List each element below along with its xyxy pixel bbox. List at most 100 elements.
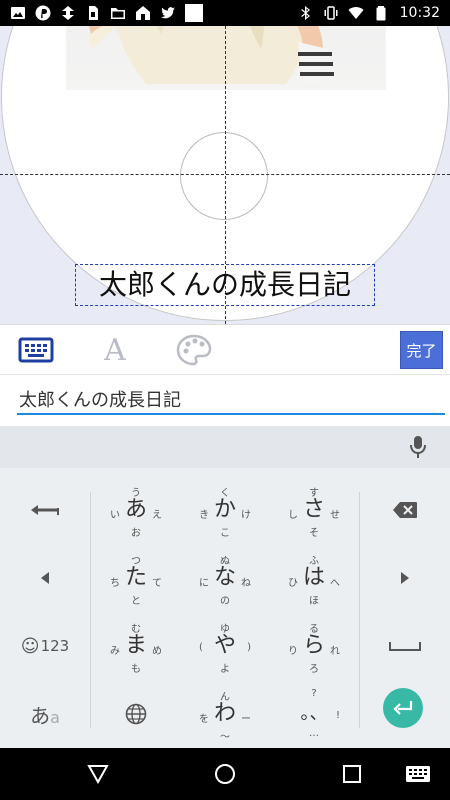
key-a[interactable]: う い あ え お [92,476,180,544]
home-nav-icon[interactable] [213,762,237,786]
key-ya[interactable]: ゆ ( や ) よ [181,612,269,680]
microphone-icon[interactable] [408,434,428,460]
flick-right: め [152,646,162,657]
status-left [10,4,203,22]
keyboard-switch-icon[interactable] [404,762,432,786]
mode-label-alpha: a [50,707,60,727]
flick-right: ) [247,642,251,653]
key-main: あ [124,497,147,522]
flick-bottom: と [131,596,141,607]
flick-bottom: こ [220,528,230,539]
flick-bottom: … [309,728,319,739]
space-icon [389,642,421,651]
key-main: わ [213,701,236,726]
key-main: 。、 [270,702,358,726]
key-ha[interactable]: ふ ひ は へ ほ [270,544,358,612]
punct-period: 。 [300,703,310,724]
battery-icon [373,5,389,21]
cursor-left-key[interactable] [0,544,90,612]
flick-keyboard: ☺ 123 あa う い あ え お く き か け こ す し さ せ そ つ… [0,468,450,748]
key-main: た [124,565,147,590]
font-tool-icon[interactable]: A [98,333,132,368]
enter-key[interactable] [383,688,423,728]
baby-photo[interactable] [66,26,386,90]
globe-icon [125,703,147,725]
key-main: は [302,565,325,590]
key-punctuation[interactable]: ? 。、 ! … [270,680,358,748]
recents-nav-icon[interactable] [340,762,364,786]
emoji-icon: ☺ [20,635,40,657]
backspace-key[interactable] [360,476,450,544]
key-main: か [213,497,236,522]
key-na[interactable]: ぬ に な ね の [181,544,269,612]
folder-icon [110,5,126,21]
flick-right: け [241,510,251,521]
flick-bottom: お [131,528,141,539]
disc-title-text[interactable]: 太郎くんの成長日記 [75,264,375,306]
cursor-right-icon [401,572,409,584]
key-ta[interactable]: つ ち た て と [92,544,180,612]
palette-icon[interactable] [176,333,212,367]
flick-right: ー [241,714,251,725]
text-input-area [0,374,450,426]
key-main: ま [124,633,147,658]
enter-icon [393,701,413,715]
sim-icon [85,5,101,21]
flick-right: ! [335,710,340,721]
key-wa[interactable]: ん を わ ー 〜 [181,680,269,748]
number-mode-label: 123 [40,637,70,655]
pinterest-icon [35,5,51,21]
keyboard-suggestion-bar [0,426,450,468]
status-right: 10:32 [298,5,440,21]
done-button[interactable]: 完了 [400,331,443,369]
blank-icon [185,4,203,22]
image-icon [10,5,26,21]
input-mode-key[interactable]: あa [0,680,90,748]
backspace-icon [393,502,417,518]
mode-label: あa [30,700,60,729]
flick-bottom: よ [220,664,230,675]
flick-bottom: ろ [309,664,319,675]
flick-bottom: も [131,664,141,675]
title-text-input[interactable] [17,385,445,415]
status-time: 10:32 [399,5,440,21]
space-key[interactable] [360,612,450,680]
flick-top: ? [311,688,317,699]
globe-key[interactable] [92,680,180,748]
flick-right: ね [241,578,251,589]
home-icon [135,5,151,21]
app-screen: 10:32 太郎くんの成長日記 A 完了 太郎くんの成長日記 ☺ 123 あa … [0,0,450,800]
transfer-icon [60,5,76,21]
label-canvas[interactable]: 太郎くんの成長日記 [0,26,450,324]
key-ka[interactable]: く き か け こ [181,476,269,544]
cursor-right-key[interactable] [360,544,450,612]
flick-right: て [152,578,162,589]
disc-center-hole [180,132,268,220]
flick-right: れ [330,646,340,657]
undo-key[interactable] [0,476,90,544]
mode-label-kana: あ [30,703,51,728]
key-main: な [213,565,236,590]
punct-comma: 、 [309,703,328,724]
key-sa[interactable]: す し さ せ そ [270,476,358,544]
status-bar: 10:32 [0,0,450,26]
flick-bottom: ほ [309,596,319,607]
wifi-icon [348,5,364,21]
emoji-number-key[interactable]: ☺ 123 [0,612,90,680]
key-main: や [213,633,236,658]
key-main: さ [302,497,325,522]
flick-bottom: 〜 [220,732,230,743]
key-ra[interactable]: る り ら れ ろ [270,612,358,680]
twitter-icon [160,5,176,21]
vibrate-icon [323,5,339,21]
keyboard-tool-icon[interactable] [18,333,54,367]
flick-right: へ [330,578,340,589]
edit-toolbar: A 完了 [0,324,450,374]
back-nav-icon[interactable] [86,762,110,786]
flick-bottom: の [220,596,230,607]
keyboard-divider [90,492,91,728]
flick-right: せ [330,510,340,521]
key-main: ら [302,633,325,658]
key-ma[interactable]: む み ま め も [92,612,180,680]
flick-right: え [152,510,162,521]
